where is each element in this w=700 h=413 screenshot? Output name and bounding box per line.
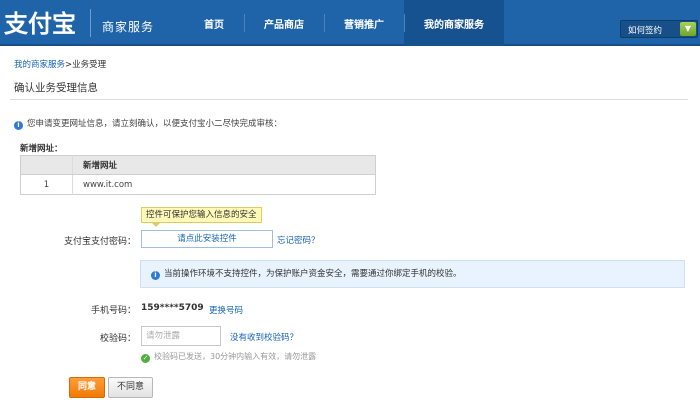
main-nav: 首页 产品商店 营销推广 我的商家服务 bbox=[186, 0, 504, 46]
code-not-received-link[interactable]: 没有收到校验码？ bbox=[230, 331, 298, 343]
logo-divider bbox=[90, 9, 91, 37]
info-icon: i bbox=[14, 121, 23, 130]
table-cell-url: www.it.com bbox=[83, 179, 133, 190]
nav-home[interactable]: 首页 bbox=[186, 0, 244, 46]
new-urls-label: 新增网址： bbox=[20, 144, 63, 154]
code-sent-tip: ✓ 校验码已发送，30分钟内输入有效，请勿泄露 bbox=[141, 351, 316, 363]
table-header-url: 新增网址 bbox=[72, 155, 376, 175]
change-phone-link[interactable]: 更换号码 bbox=[209, 304, 243, 316]
install-control-button[interactable]: 请点此安装控件 bbox=[141, 230, 273, 248]
breadcrumb-link-merchant-service[interactable]: 我的商家服务 bbox=[14, 60, 65, 70]
forgot-password-link[interactable]: 忘记密码？ bbox=[277, 234, 320, 246]
title-divider bbox=[10, 99, 688, 100]
page-title: 确认业务受理信息 bbox=[14, 82, 98, 94]
brand-subtitle: 商家服务 bbox=[102, 20, 155, 34]
nav-product-store[interactable]: 产品商店 bbox=[244, 0, 324, 46]
verification-code-label: 校验码： bbox=[99, 334, 136, 344]
breadcrumb: 我的商家服务>业务受理 bbox=[14, 58, 106, 70]
how-to-sign-label: 如何签约 bbox=[628, 26, 663, 36]
table-cell-index: 1 bbox=[20, 174, 73, 195]
how-to-sign-dropdown[interactable]: 如何签约 ▼ bbox=[620, 20, 698, 38]
disagree-button[interactable]: 不同意 bbox=[108, 377, 153, 398]
breadcrumb-current: 业务受理 bbox=[72, 60, 107, 70]
notice-text: 您申请变更网址信息，请立刻确认，以便支付宝小二尽快完成审核： bbox=[27, 119, 283, 129]
code-sent-text: 校验码已发送，30分钟内输入有效，请勿泄露 bbox=[154, 352, 317, 361]
check-icon: ✓ bbox=[141, 354, 150, 363]
top-header: 支付宝 商家服务 首页 产品商店 营销推广 我的商家服务 如何签约 ▼ bbox=[0, 0, 700, 46]
payment-password-label: 支付宝支付密码： bbox=[63, 237, 136, 247]
info-icon: i bbox=[151, 271, 160, 280]
security-control-tooltip: 控件可保护您输入信息的安全 bbox=[141, 207, 262, 227]
chevron-down-icon[interactable]: ▼ bbox=[680, 22, 696, 36]
phone-number: 159****5709 bbox=[141, 303, 204, 313]
new-urls-table: 新增网址 1 www.it.com bbox=[20, 155, 376, 195]
agree-button[interactable]: 同意 bbox=[69, 377, 105, 398]
table-header-index bbox=[20, 155, 73, 175]
nav-marketing[interactable]: 营销推广 bbox=[324, 0, 404, 46]
table-row: 1 www.it.com bbox=[20, 174, 376, 195]
phone-label: 手机号码： bbox=[90, 306, 136, 316]
environment-tip-bar: i 当前操作环境不支持控件，为保护账户资金安全，需要通过你绑定手机的校验。 bbox=[140, 260, 685, 288]
svg-text:支付宝: 支付宝 bbox=[4, 10, 76, 38]
environment-tip-text: 当前操作环境不支持控件，为保护账户资金安全，需要通过你绑定手机的校验。 bbox=[164, 269, 462, 279]
alipay-logo[interactable]: 支付宝 bbox=[4, 6, 84, 38]
nav-my-merchant-service[interactable]: 我的商家服务 bbox=[404, 0, 504, 46]
verification-code-input[interactable]: 请勿泄露 bbox=[141, 326, 221, 346]
notice-line: i 您申请变更网址信息，请立刻确认，以便支付宝小二尽快完成审核： bbox=[14, 117, 282, 130]
table-header-row: 新增网址 bbox=[20, 155, 376, 175]
